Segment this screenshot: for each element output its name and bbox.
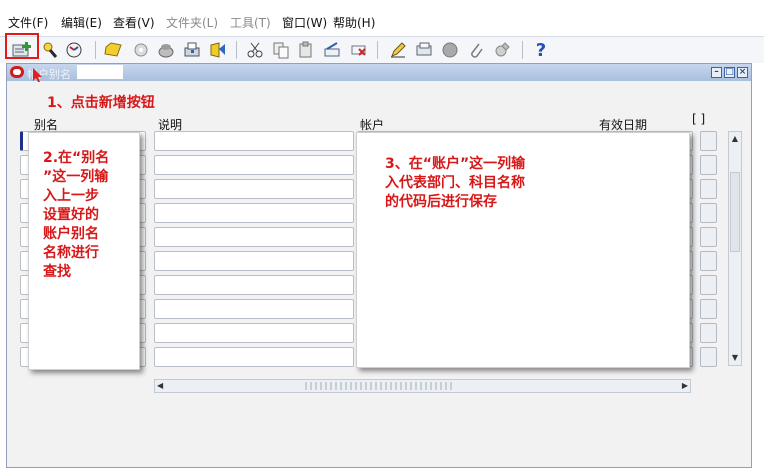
description-field[interactable] <box>154 227 354 247</box>
attachments-icon[interactable] <box>440 40 460 60</box>
annotation-step1: 1、点击新增按钮 <box>47 95 155 111</box>
flexfield-cell[interactable] <box>700 251 717 271</box>
vertical-scrollbar[interactable]: ▲ ▼ <box>728 131 742 366</box>
paste-icon[interactable] <box>296 40 316 60</box>
description-field[interactable] <box>154 275 354 295</box>
annotation-step3: 3、在“账户”这一列输 入代表部门、科目名称 的代码后进行保存 <box>356 132 690 368</box>
menu-help[interactable]: 帮助(H) <box>333 14 375 31</box>
menu-tools[interactable]: 工具(T) <box>230 14 271 31</box>
paperclip-icon[interactable] <box>466 40 486 60</box>
save-icon[interactable] <box>156 40 176 60</box>
annotation-step2: 2.在“别名 ”这一列输 入上一步 设置好的 账户别名 名称进行 查找 <box>28 132 140 370</box>
hscroll-thumb[interactable] <box>305 382 455 390</box>
description-field[interactable] <box>154 251 354 271</box>
description-field[interactable] <box>154 299 354 319</box>
folder-tools-icon[interactable] <box>492 40 512 60</box>
find-icon[interactable] <box>40 40 60 60</box>
maximize-icon[interactable]: □ <box>724 67 735 78</box>
menu-bar: 文件(F) 编辑(E) 查看(V) 文件夹(L) 工具(T) 窗口(W) 帮助(… <box>0 0 764 36</box>
print-icon[interactable] <box>182 40 202 60</box>
flexfield-cell[interactable] <box>700 299 717 319</box>
toolbar: ? <box>0 36 764 63</box>
description-field[interactable] <box>154 131 354 151</box>
zoom-icon[interactable] <box>131 40 151 60</box>
help-glyph: ? <box>535 39 547 61</box>
flexfield-cell[interactable] <box>700 347 717 367</box>
flex-brackets[interactable]: [ ] <box>692 112 705 126</box>
description-field[interactable] <box>154 347 354 367</box>
scroll-thumb[interactable] <box>730 172 740 252</box>
description-field[interactable] <box>154 155 354 175</box>
minimize-icon[interactable]: – <box>711 67 722 78</box>
flexfield-cell[interactable] <box>700 131 717 151</box>
oracle-logo-icon <box>10 66 24 78</box>
scroll-down-icon[interactable]: ▼ <box>730 353 740 363</box>
cut-icon[interactable] <box>245 40 265 60</box>
help-icon[interactable]: ? <box>531 39 551 61</box>
flexfield-cell[interactable] <box>700 155 717 175</box>
description-field[interactable] <box>154 203 354 223</box>
clear-record-icon[interactable] <box>322 40 342 60</box>
menu-view[interactable]: 查看(V) <box>113 14 155 31</box>
delete-record-icon[interactable] <box>349 40 369 60</box>
flexfield-cell[interactable] <box>700 227 717 247</box>
new-button-highlight <box>5 33 39 59</box>
description-field[interactable] <box>154 179 354 199</box>
arrow-icon <box>31 67 42 82</box>
edit-field-icon[interactable] <box>388 40 408 60</box>
menu-window[interactable]: 窗口(W) <box>282 14 327 31</box>
menu-edit[interactable]: 编辑(E) <box>61 14 102 31</box>
flexfield-cell[interactable] <box>700 179 717 199</box>
description-field[interactable] <box>154 323 354 343</box>
copy-icon[interactable] <box>271 40 291 60</box>
navigate-icon[interactable] <box>64 40 84 60</box>
horizontal-scrollbar[interactable]: ◀ ▶ <box>154 379 691 393</box>
close-icon[interactable]: × <box>737 67 748 78</box>
flexfield-cell[interactable] <box>700 275 717 295</box>
scroll-up-icon[interactable]: ▲ <box>730 134 740 144</box>
flexfield-cell[interactable] <box>700 203 717 223</box>
title-field <box>77 65 123 79</box>
close-form-icon[interactable] <box>208 40 228 60</box>
scroll-right-icon[interactable]: ▶ <box>682 381 688 390</box>
translations-icon[interactable] <box>414 40 434 60</box>
scroll-left-icon[interactable]: ◀ <box>157 381 163 390</box>
menu-file[interactable]: 文件(F) <box>8 14 48 31</box>
menu-folder[interactable]: 文件夹(L) <box>166 14 218 31</box>
folder-icon[interactable] <box>104 40 124 60</box>
window-titlebar: 帐户别名 – □ × <box>7 64 751 81</box>
flexfield-cell[interactable] <box>700 323 717 343</box>
